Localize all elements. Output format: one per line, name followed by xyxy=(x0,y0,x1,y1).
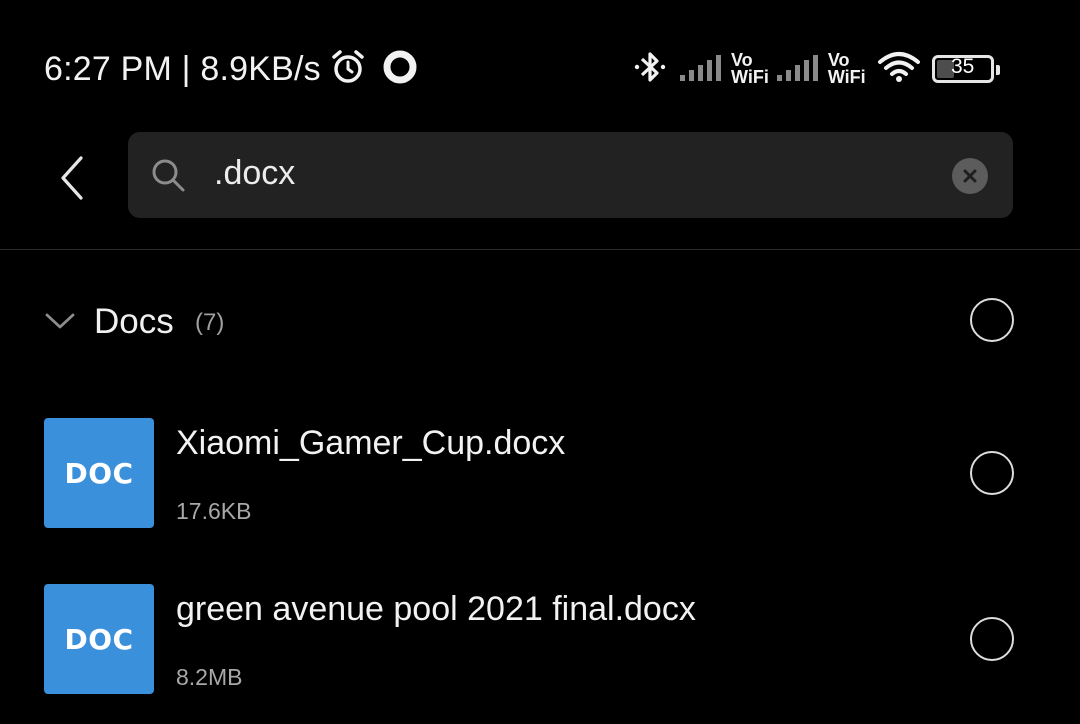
group-count: (7) xyxy=(195,309,225,336)
signal-icon xyxy=(775,50,825,89)
group-header-docs[interactable]: Docs (7) xyxy=(0,280,1080,364)
doc-file-icon: DOC xyxy=(44,584,154,694)
chevron-left-icon xyxy=(61,156,83,200)
status-time-speed: 6:27 PM | 8.9KB/s xyxy=(44,49,321,88)
clear-icon xyxy=(963,169,977,183)
vowifi-icon: Vo WiFi xyxy=(731,51,769,87)
wifi-icon xyxy=(876,49,922,90)
group-title: Docs xyxy=(94,302,174,341)
chevron-down-icon[interactable] xyxy=(44,310,76,332)
file-row[interactable]: DOC Xiaomi_Gamer_Cup.docx 17.6KB xyxy=(0,418,1080,558)
circle-notification-icon xyxy=(381,48,419,91)
doc-icon-label: DOC xyxy=(64,456,134,490)
header-divider xyxy=(0,249,1080,250)
back-button[interactable] xyxy=(44,146,100,210)
file-size: 17.6KB xyxy=(176,498,252,524)
file-select-checkbox[interactable] xyxy=(970,451,1014,495)
status-right: Vo WiFi Vo WiFi 35 xyxy=(630,44,1000,94)
file-size: 8.2MB xyxy=(176,664,243,690)
alarm-icon xyxy=(329,48,367,91)
search-icon xyxy=(150,157,186,193)
battery-percent: 35 xyxy=(950,55,975,78)
file-select-checkbox[interactable] xyxy=(970,617,1014,661)
battery-nub xyxy=(995,65,1000,75)
status-left: 6:27 PM | 8.9KB/s xyxy=(44,46,419,92)
bluetooth-icon xyxy=(630,47,670,92)
group-select-checkbox[interactable] xyxy=(970,298,1014,342)
doc-file-icon: DOC xyxy=(44,418,154,528)
signal-icon xyxy=(678,50,728,89)
clear-search-button[interactable] xyxy=(952,158,988,194)
file-row[interactable]: DOC green avenue pool 2021 final.docx 8.… xyxy=(0,584,1080,724)
vowifi-bottom-text: WiFi xyxy=(731,67,769,87)
search-box[interactable]: .docx xyxy=(128,132,1013,218)
vowifi-icon: Vo WiFi xyxy=(827,51,866,87)
vowifi-bottom-text: WiFi xyxy=(827,67,866,87)
status-bar: 6:27 PM | 8.9KB/s Vo WiFi Vo WiFi 35 xyxy=(0,0,1080,140)
battery-icon: 35 xyxy=(931,55,1000,83)
file-name: Xiaomi_Gamer_Cup.docx xyxy=(176,424,566,462)
file-name: green avenue pool 2021 final.docx xyxy=(176,590,696,628)
search-input[interactable]: .docx xyxy=(214,154,295,193)
doc-icon-label: DOC xyxy=(64,622,134,656)
